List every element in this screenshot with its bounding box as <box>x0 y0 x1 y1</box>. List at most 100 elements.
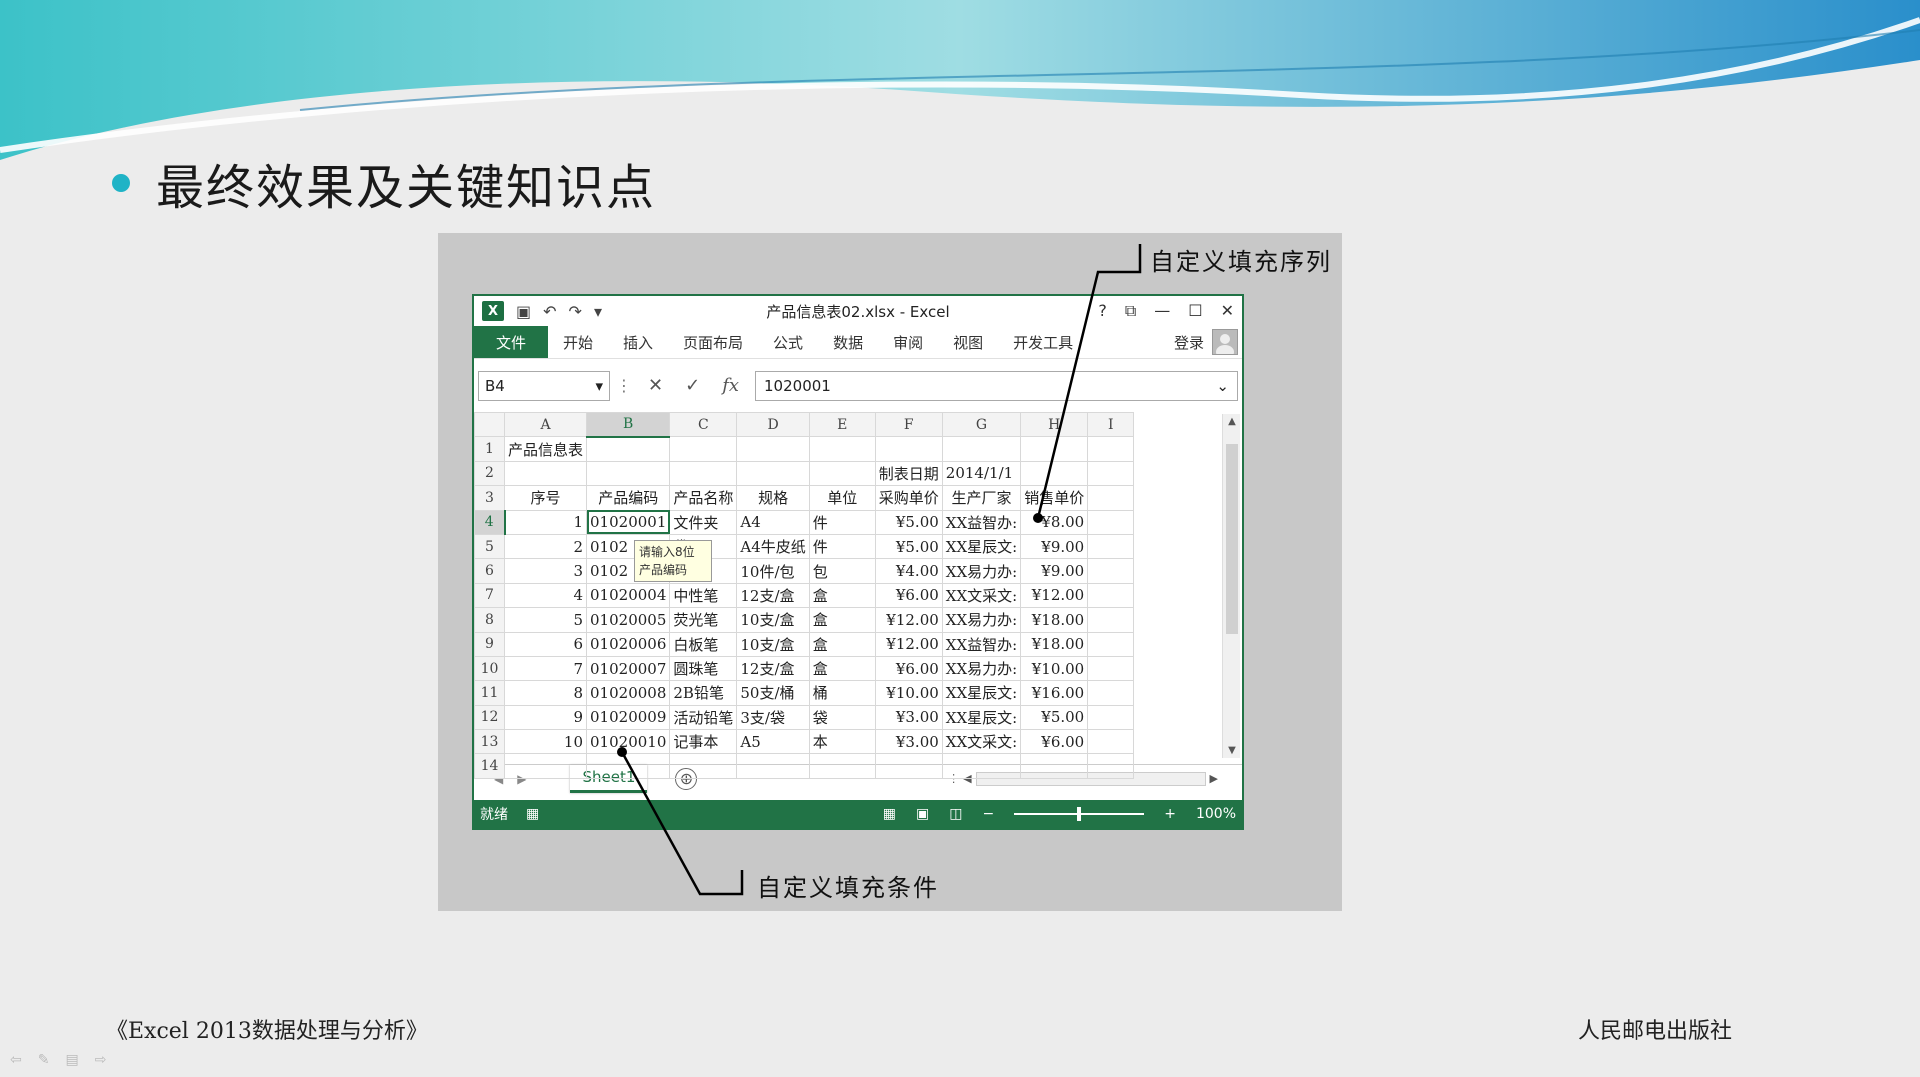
cell[interactable]: XX文采文: <box>941 729 1022 755</box>
cell[interactable]: ¥18.00 <box>1020 607 1089 633</box>
cell[interactable] <box>736 436 810 462</box>
column-header[interactable]: I <box>1087 411 1135 438</box>
cell[interactable]: XX星辰文: <box>941 704 1022 731</box>
cell[interactable]: XX易力办: <box>941 655 1022 682</box>
cell[interactable] <box>1087 631 1135 657</box>
column-header[interactable]: G <box>941 411 1022 438</box>
zoom-out-icon[interactable]: − <box>983 806 995 822</box>
cell[interactable]: 7 <box>503 655 588 682</box>
tab-review[interactable]: 审阅 <box>878 332 938 353</box>
select-all-corner[interactable] <box>474 411 505 438</box>
tab-formulas[interactable]: 公式 <box>758 332 818 353</box>
cell[interactable]: 圆珠笔 <box>669 655 738 682</box>
cell[interactable]: 销售单价 <box>1020 485 1089 511</box>
vertical-scrollbar[interactable]: ▲ ▼ <box>1222 414 1240 758</box>
row-header[interactable]: 10 <box>474 655 505 682</box>
cell[interactable]: 中性笔 <box>669 582 738 609</box>
cell[interactable]: A4牛皮纸 <box>736 533 810 560</box>
cell[interactable] <box>1020 753 1089 779</box>
cell[interactable]: ¥4.00 <box>874 558 943 584</box>
cell[interactable]: 产品名称 <box>669 485 738 511</box>
customize-toolbar-icon[interactable]: ▾ <box>594 302 602 321</box>
cell[interactable] <box>1087 485 1135 511</box>
cell[interactable]: 01020006 <box>586 631 671 657</box>
column-header[interactable]: D <box>736 411 810 438</box>
cell[interactable] <box>586 753 671 779</box>
cell[interactable]: 盒 <box>808 655 876 682</box>
close-button[interactable]: ✕ <box>1221 301 1234 321</box>
cell[interactable]: 文件夹 <box>669 509 738 535</box>
cell[interactable]: 12支/盒 <box>736 582 810 609</box>
scroll-right-icon[interactable]: ▶ <box>1210 772 1218 785</box>
cell[interactable]: 袋 <box>808 704 876 731</box>
row-header[interactable]: 9 <box>474 631 505 657</box>
cell[interactable]: 2 <box>503 533 588 560</box>
cell[interactable]: ¥6.00 <box>874 655 943 682</box>
login-link[interactable]: 登录 <box>1174 332 1204 353</box>
chevron-down-icon[interactable]: ▾ <box>595 377 603 395</box>
row-header[interactable]: 12 <box>474 704 505 731</box>
scroll-down-icon[interactable]: ▼ <box>1223 745 1241 756</box>
cell[interactable]: 01020009 <box>586 704 671 731</box>
cell[interactable]: XX星辰文: <box>941 680 1022 706</box>
undo-icon[interactable]: ↶ <box>543 302 556 321</box>
cell[interactable]: 产品信息表 <box>503 436 588 462</box>
cell[interactable] <box>1087 607 1135 633</box>
cell[interactable]: 6 <box>503 631 588 657</box>
cell[interactable]: 10件/包 <box>736 558 810 584</box>
cell[interactable]: 4 <box>503 582 588 609</box>
cell[interactable] <box>808 753 876 779</box>
cell[interactable] <box>669 460 738 487</box>
cell[interactable] <box>669 436 738 462</box>
cell[interactable] <box>736 753 810 779</box>
cell[interactable]: 生产厂家 <box>941 485 1022 511</box>
cell[interactable]: 盒 <box>808 631 876 657</box>
column-header[interactable]: H <box>1020 411 1089 438</box>
name-box[interactable]: B4 ▾ <box>478 370 610 401</box>
cell[interactable]: 制表日期 <box>874 460 943 487</box>
cell[interactable] <box>1087 436 1135 462</box>
row-header[interactable]: 5 <box>474 533 505 560</box>
tab-view[interactable]: 视图 <box>938 332 998 353</box>
cancel-formula-icon[interactable]: ✕ <box>648 375 663 396</box>
login-area[interactable]: 登录 <box>1174 329 1242 355</box>
cell[interactable] <box>1087 704 1135 731</box>
cell[interactable]: 单位 <box>808 485 876 511</box>
row-header[interactable]: 13 <box>474 729 505 755</box>
row-header[interactable]: 4 <box>474 509 506 535</box>
cell[interactable]: 1 <box>503 509 588 535</box>
row-header[interactable]: 14 <box>474 753 505 779</box>
column-header[interactable]: F <box>874 411 943 438</box>
ribbon-display-icon[interactable]: ⧉ <box>1125 301 1136 321</box>
previous-slide-icon[interactable]: ⇦ <box>10 1052 22 1068</box>
zoom-level[interactable]: 100% <box>1196 806 1236 822</box>
column-header[interactable]: A <box>503 411 588 438</box>
cell[interactable]: 3 <box>503 558 588 584</box>
cell[interactable]: ¥5.00 <box>1020 704 1089 731</box>
cell[interactable]: 件 <box>808 533 876 560</box>
redo-icon[interactable]: ↷ <box>569 302 582 321</box>
macro-record-icon[interactable]: ▦ <box>526 806 539 822</box>
cell[interactable]: 规格 <box>736 485 810 511</box>
cell[interactable]: 8 <box>503 680 588 706</box>
cell[interactable]: 盒 <box>808 607 876 633</box>
normal-view-icon[interactable]: ▦ <box>883 806 896 822</box>
cell[interactable] <box>1087 460 1135 487</box>
cell[interactable]: XX益智办: <box>941 509 1022 535</box>
tab-data[interactable]: 数据 <box>818 332 878 353</box>
confirm-formula-icon[interactable]: ✓ <box>685 375 700 396</box>
cell[interactable] <box>808 460 876 487</box>
cell[interactable] <box>941 436 1022 462</box>
cell[interactable]: 01020010 <box>586 729 671 755</box>
formula-input[interactable]: 1020001 ⌄ <box>755 370 1238 401</box>
cell[interactable]: ¥5.00 <box>874 533 943 560</box>
cell[interactable]: 采购单价 <box>874 485 943 511</box>
help-icon[interactable]: ? <box>1098 301 1107 321</box>
page-layout-view-icon[interactable]: ▣ <box>916 806 929 822</box>
save-icon[interactable]: ▣ <box>516 302 531 321</box>
cell[interactable]: XX益智办: <box>941 631 1022 657</box>
cell[interactable]: 盒 <box>808 582 876 609</box>
cell[interactable]: 01020001 <box>586 509 671 535</box>
cell[interactable]: 记事本 <box>669 729 738 755</box>
cell[interactable]: 5 <box>503 607 588 633</box>
